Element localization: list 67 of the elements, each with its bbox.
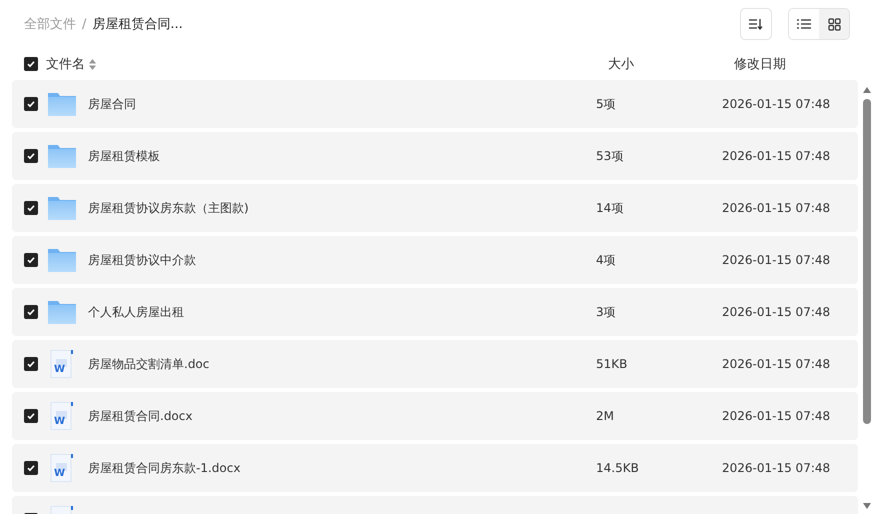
file-size: 2M: [596, 409, 615, 423]
file-row[interactable]: W 房屋租赁合同房东款-1.docx 14.5KB 2026-01-15 07:48: [12, 444, 858, 492]
sort-button[interactable]: [740, 8, 772, 40]
file-row[interactable]: 房屋租赁协议房东款（主图款) 14项 2026-01-15 07:48: [12, 184, 858, 232]
file-name: 个人私人房屋出租: [88, 304, 185, 320]
sort-arrows-icon[interactable]: [89, 58, 96, 70]
file-row[interactable]: 房屋租赁模板 53项 2026-01-15 07:48: [12, 132, 858, 180]
file-name: 房屋合同: [88, 96, 137, 112]
file-row[interactable]: 房屋租赁协议中介款 4项 2026-01-15 07:48: [12, 236, 858, 284]
file-size: 14.5KB: [596, 461, 640, 475]
file-name: 房屋租赁合同房东款-1.docx: [88, 460, 242, 476]
modified-date: 2026-01-15 07:48: [722, 461, 830, 475]
folder-icon: [48, 194, 76, 222]
check-icon: [26, 463, 36, 473]
file-size: 53项: [596, 148, 624, 164]
folder-icon: [48, 298, 76, 326]
file-name: 房屋租赁合同.docx: [88, 408, 194, 424]
list-view-button[interactable]: [789, 9, 819, 39]
check-icon: [26, 255, 36, 265]
modified-date: 2026-01-15 07:48: [722, 253, 830, 267]
file-row[interactable]: W 房屋物品交割清单.doc 51KB 2026-01-15 07:48: [12, 340, 858, 388]
file-size: 51KB: [596, 357, 628, 371]
modified-date: 2026-01-15 07:48: [722, 305, 830, 319]
list-icon: [797, 18, 811, 30]
checkbox[interactable]: [24, 97, 38, 111]
check-icon: [26, 99, 36, 109]
file-row[interactable]: W 房屋租赁合同.docx 2M 2026-01-15 07:48: [12, 392, 858, 440]
checkbox[interactable]: [24, 461, 38, 475]
file-row[interactable]: 个人私人房屋出租 3项 2026-01-15 07:48: [12, 288, 858, 336]
breadcrumb-separator: /: [82, 16, 86, 32]
file-row[interactable]: 房屋合同 5项 2026-01-15 07:48: [12, 80, 858, 128]
column-header[interactable]: 修改日期: [734, 55, 860, 73]
modified-date: 2026-01-15 07:48: [722, 149, 830, 163]
check-icon: [26, 151, 36, 161]
checkbox[interactable]: [24, 357, 38, 371]
checkbox[interactable]: [24, 201, 38, 215]
checkbox[interactable]: [24, 409, 38, 423]
grid-icon: [828, 18, 840, 30]
file-name: 房屋租赁协议中介款: [88, 252, 197, 268]
file-size: 4项: [596, 252, 617, 268]
file-size: 3项: [596, 304, 617, 320]
file-name: 房屋租赁模板: [88, 148, 161, 164]
check-icon: [26, 59, 36, 69]
modified-date: 2026-01-15 07:48: [722, 409, 830, 423]
check-icon: [26, 411, 36, 421]
file-name: 房屋租赁协议房东款（主图款): [88, 200, 250, 216]
folder-icon: [48, 142, 76, 170]
column-header[interactable]: 文件名: [46, 55, 85, 73]
check-icon: [26, 359, 36, 369]
checkbox[interactable]: [24, 305, 38, 319]
check-icon: [26, 203, 36, 213]
checkbox[interactable]: [24, 253, 38, 267]
checkbox[interactable]: [24, 149, 38, 163]
modified-date: 2026-01-15 07:48: [722, 201, 830, 215]
scrollbar[interactable]: [862, 86, 872, 510]
current-folder: 房屋租赁合同...: [92, 16, 183, 33]
file-size: 5项: [596, 96, 617, 112]
sort-icon: [749, 18, 763, 30]
file-name: 房屋物品交割清单.doc: [88, 356, 210, 372]
file-size: 14项: [596, 200, 624, 216]
column-header[interactable]: 大小: [608, 55, 734, 73]
checkbox[interactable]: [24, 57, 38, 71]
folder-icon: [48, 246, 76, 274]
modified-date: 2026-01-15 07:48: [722, 97, 830, 111]
folder-icon: [48, 90, 76, 118]
modified-date: 2026-01-15 07:48: [722, 357, 830, 371]
check-icon: [26, 307, 36, 317]
